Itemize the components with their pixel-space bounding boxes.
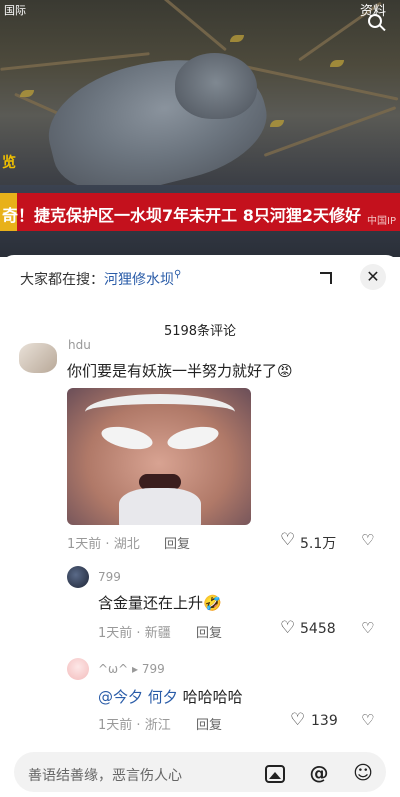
meme-image[interactable] [67,388,251,525]
comment-input-placeholder[interactable]: 善语结善缘，恶言伤人心 [28,765,182,785]
comment-meta: 1天前 · 浙江 [98,718,171,733]
channel-label: 国际 [4,4,26,17]
comment-time: 1天前 [67,537,102,552]
comment-username[interactable]: ^ω^ ▸ 799 [98,662,165,676]
twig [133,0,227,52]
news-ticker-text: 奇！捷克保护区一水坝7年未开工 8只河狸2天修好 [2,206,361,225]
hot-search-label: 大家都在搜： [20,272,104,288]
hot-search-link[interactable]: 河狸修水坝 [104,272,174,288]
app-root: 国际 资料 览 奇！捷克保护区一水坝7年未开工 8只河狸2天修好 中国IP 大家… [0,0,400,797]
comment-location: 浙江 [144,718,171,733]
comment-count: 5198条评论 [163,324,237,339]
dislike-icon[interactable]: ♡ [361,712,374,729]
corner-badge: 览 [2,155,16,171]
heart-icon[interactable]: ♡ [280,620,295,637]
username-text: ^ω^ [98,662,129,676]
image-icon[interactable] [265,765,285,783]
reply-to-username[interactable]: 799 [142,662,165,676]
mention-link[interactable]: @今夕 [98,688,143,706]
like-count: 5458 [300,621,336,637]
comment-body: 哈哈哈哈 [182,688,243,706]
hot-search: 大家都在搜：河狸修水坝⚲ [20,269,181,289]
comment-username[interactable]: hdu [68,338,91,352]
close-icon: ✕ [366,267,380,286]
comment-location: 湖北 [113,537,140,552]
leaf [330,60,344,67]
comment-username[interactable]: 799 [98,570,121,584]
comment-text: 你们要是有妖族一半努力就好了😡 [67,362,293,380]
mention-link[interactable]: 何夕 [148,688,178,706]
like-count: 139 [311,713,338,729]
reply-button[interactable]: 回复 [164,533,190,552]
comment-text: 含金量还在上升🤣 [98,594,222,612]
avatar[interactable] [67,566,89,588]
comment-meta: 1天前 · 湖北 [67,537,140,552]
leaf [270,120,284,127]
search-icon: ⚲ [174,269,182,280]
dislike-icon[interactable]: ♡ [361,532,374,549]
avatar[interactable] [67,658,89,680]
emoji-icon[interactable]: ☺ [352,762,374,784]
beaver-head [175,53,257,119]
leaf [230,35,244,42]
meme-hair [85,394,235,430]
at-icon[interactable]: @ [308,762,330,784]
heart-icon[interactable]: ♡ [290,712,305,729]
avatar[interactable] [19,343,57,373]
meme-beard [119,488,201,525]
expand-button[interactable] [312,266,340,290]
like-count: 5.1万 [300,536,337,552]
comment-time: 1天前 [98,718,133,733]
search-icon[interactable] [368,14,382,28]
ticker-source: 中国IP [367,216,396,227]
reply-arrow-icon: ▸ [132,662,139,676]
twig [263,106,397,157]
comment-meta: 1天前 · 新疆 [98,626,171,641]
reply-button[interactable]: 回复 [196,714,222,733]
heart-icon[interactable]: ♡ [280,532,295,549]
comment-location: 新疆 [144,626,171,641]
comment-time: 1天前 [98,626,133,641]
close-button[interactable]: ✕ [360,264,386,290]
dislike-icon[interactable]: ♡ [361,620,374,637]
comment-text: @今夕 何夕 哈哈哈哈 [98,686,243,707]
leaf [20,90,34,97]
reply-button[interactable]: 回复 [196,622,222,641]
